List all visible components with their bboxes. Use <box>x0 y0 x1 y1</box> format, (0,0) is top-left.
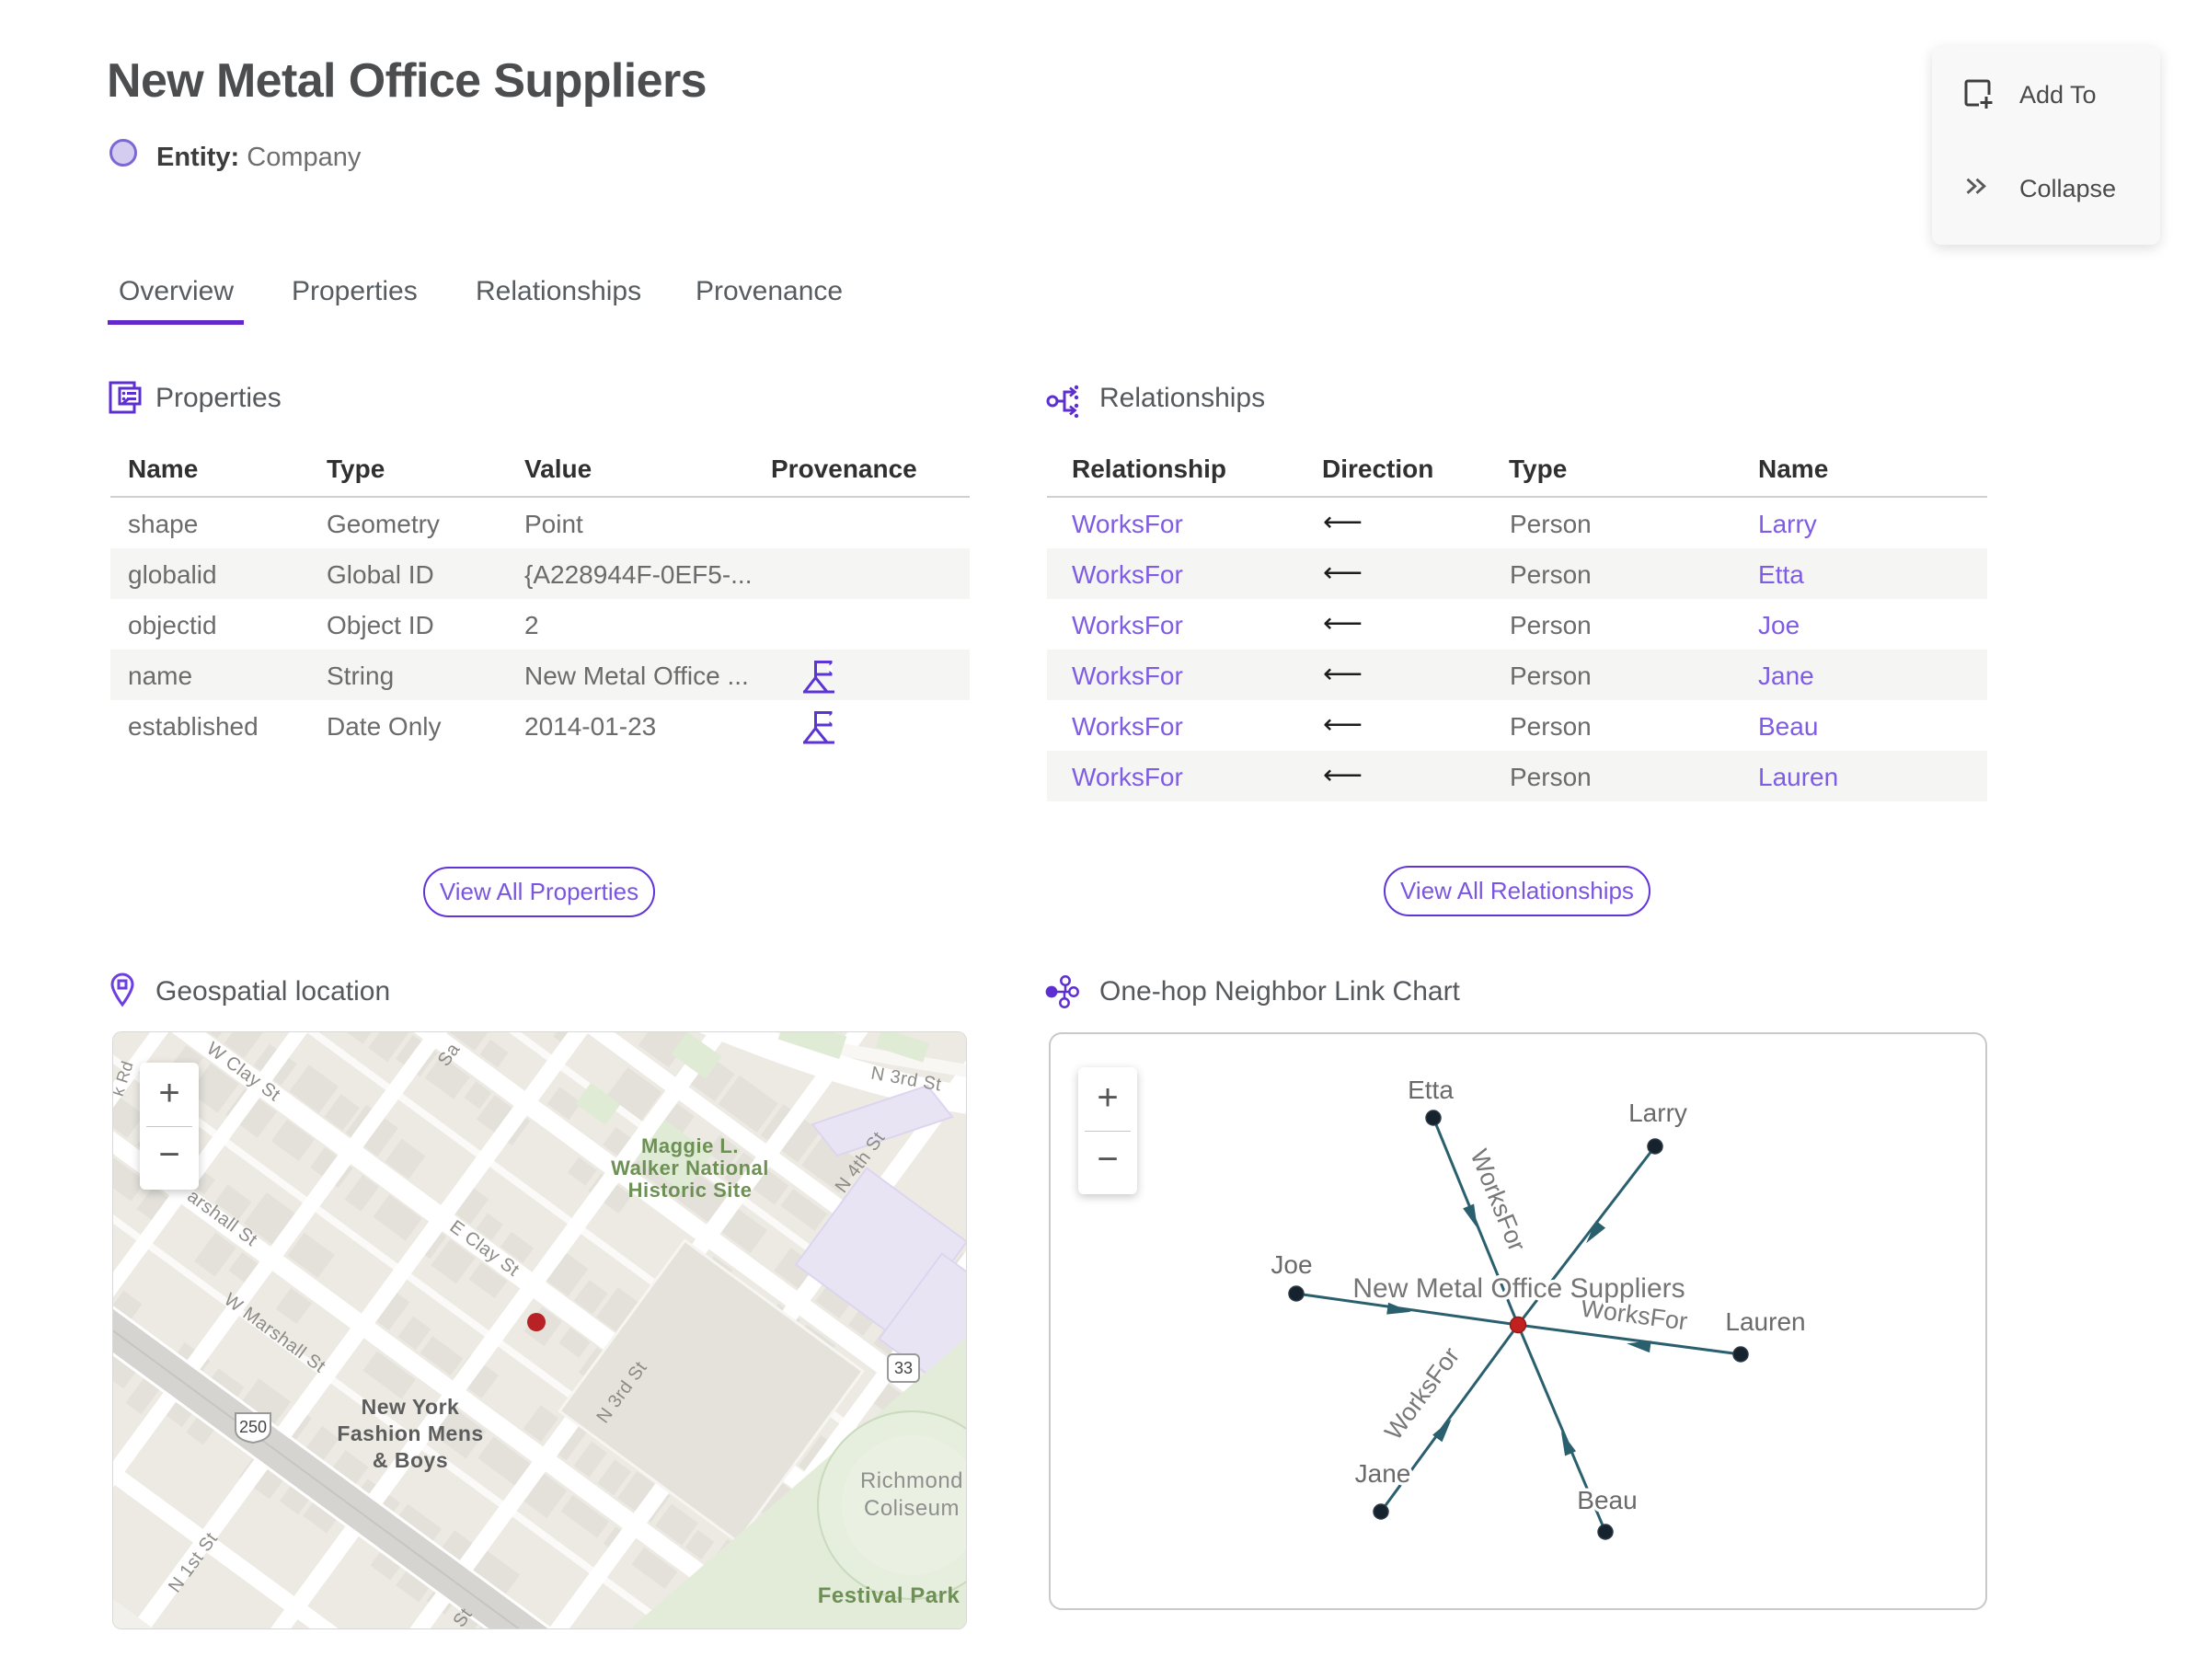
svg-text:Walker National: Walker National <box>611 1156 769 1179</box>
svg-text:Jane: Jane <box>1355 1459 1411 1488</box>
svg-text:Joe: Joe <box>1271 1250 1312 1279</box>
svg-text:Fashion Mens: Fashion Mens <box>337 1421 483 1445</box>
svg-text:33: 33 <box>894 1359 913 1377</box>
svg-text:Larry: Larry <box>1628 1099 1687 1127</box>
svg-text:New York: New York <box>362 1395 460 1419</box>
svg-text:Coliseum: Coliseum <box>864 1496 960 1521</box>
svg-text:Lauren: Lauren <box>1725 1307 1805 1336</box>
svg-text:Festival Park: Festival Park <box>818 1583 960 1608</box>
svg-text:250: 250 <box>239 1418 267 1436</box>
svg-text:Historic Site: Historic Site <box>628 1179 753 1202</box>
svg-text:WorksFor: WorksFor <box>1379 1342 1465 1445</box>
svg-text:New Metal Office Suppliers: New Metal Office Suppliers <box>1352 1273 1685 1304</box>
svg-text:Beau: Beau <box>1577 1486 1637 1514</box>
svg-text:Richmond: Richmond <box>860 1468 963 1493</box>
svg-text:& Boys: & Boys <box>373 1448 448 1472</box>
svg-text:Maggie L.: Maggie L. <box>641 1134 739 1157</box>
svg-text:Etta: Etta <box>1408 1076 1454 1104</box>
svg-text:WorksFor: WorksFor <box>1465 1145 1531 1255</box>
